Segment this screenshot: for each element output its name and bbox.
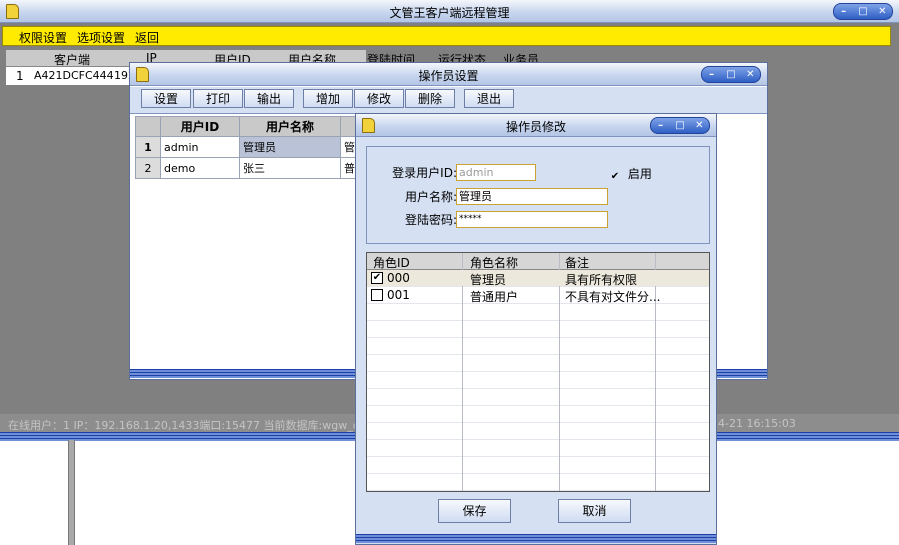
header-role-note[interactable]: 备注 xyxy=(565,254,589,271)
print-button[interactable]: 打印 xyxy=(193,89,243,108)
dialog-bottom-border xyxy=(356,534,716,543)
cancel-button[interactable]: 取消 xyxy=(558,499,631,523)
list-item[interactable]: 001 普通用户 不具有对文件分... xyxy=(367,287,709,304)
name-label: 用户名称: xyxy=(404,190,457,204)
close-icon[interactable]: ✕ xyxy=(691,120,707,131)
maximize-icon[interactable]: □ xyxy=(723,69,739,80)
clients-table: 客户端 1 A421DCFC444 192 xyxy=(6,50,366,86)
header-operator-name[interactable]: 用户名称 xyxy=(239,116,341,137)
row-num: 1 xyxy=(16,69,24,83)
delete-button[interactable]: 删除 xyxy=(405,89,455,108)
row-client[interactable]: A421DCFC444 xyxy=(34,69,114,82)
role-checkbox[interactable]: ✔ xyxy=(371,272,383,284)
enable-checkbox[interactable]: ✔ 启用 xyxy=(610,165,652,182)
enable-label: 启用 xyxy=(627,167,652,181)
header-client[interactable]: 客户端 xyxy=(54,51,90,68)
menu-permission[interactable]: 权限设置 xyxy=(19,29,67,46)
name-field[interactable]: 管理员 xyxy=(456,188,608,205)
exit-button[interactable]: 退出 xyxy=(464,89,514,108)
status-right: 4-21 16:15:03 xyxy=(718,417,796,430)
operator-title: 操作员设置 xyxy=(418,69,479,83)
setup-button[interactable]: 设置 xyxy=(141,89,191,108)
form-group: 登录用户ID: admin ✔ 启用 用户名称: 管理员 登陆密码: ***** xyxy=(366,146,710,244)
main-window-controls: – □ ✕ xyxy=(833,3,893,20)
header-operator-id[interactable]: 用户ID xyxy=(160,116,240,137)
table-row[interactable]: 2 demo 张三 普 xyxy=(135,157,359,179)
close-icon[interactable]: ✕ xyxy=(742,69,758,80)
roles-header: 角色ID 角色名称 备注 xyxy=(367,253,709,270)
main-title: 文管王客户端远程管理 xyxy=(389,6,510,20)
save-button[interactable]: 保存 xyxy=(438,499,511,523)
operator-window-controls: – □ ✕ xyxy=(701,66,761,83)
check-icon: ✔ xyxy=(610,171,620,182)
login-id-field: admin xyxy=(456,164,536,181)
minimize-icon[interactable]: – xyxy=(653,120,669,131)
status-left: 在线用户：1 IP：192.168.1.20,1433端口:15477 当前数据… xyxy=(8,419,359,432)
add-button[interactable]: 增加 xyxy=(303,89,353,108)
modify-title-bar: 操作员修改 – □ ✕ xyxy=(356,114,716,137)
list-item[interactable]: ✔ 000 管理员 具有所有权限 xyxy=(367,270,709,287)
export-button[interactable]: 输出 xyxy=(244,89,294,108)
operator-toolbar: 设置 打印 输出 增加 修改 删除 退出 xyxy=(130,87,767,114)
operator-title-bar: 操作员设置 – □ ✕ xyxy=(130,63,767,86)
password-label: 登陆密码: xyxy=(404,213,457,227)
minimize-icon[interactable]: – xyxy=(836,6,852,17)
main-title-bar: 文管王客户端远程管理 – □ ✕ xyxy=(0,0,899,23)
modify-window-controls: – □ ✕ xyxy=(650,117,710,134)
modify-dialog: 操作员修改 – □ ✕ 登录用户ID: admin ✔ 启用 用户名称: 管理员 登… xyxy=(355,113,717,545)
role-checkbox[interactable] xyxy=(371,289,383,301)
maximize-icon[interactable]: □ xyxy=(855,6,871,17)
modify-button[interactable]: 修改 xyxy=(354,89,404,108)
header-role-id[interactable]: 角色ID xyxy=(373,254,410,271)
menu-bar: 权限设置 选项设置 返回 xyxy=(2,26,891,46)
roles-table: 角色ID 角色名称 备注 ✔ 000 管理员 具有所有权限 001 普通用户 不… xyxy=(366,252,710,492)
maximize-icon[interactable]: □ xyxy=(672,120,688,131)
menu-back[interactable]: 返回 xyxy=(135,29,159,46)
login-id-label: 登录用户ID: xyxy=(392,166,457,180)
operators-table: 用户ID 用户名称 1 admin 管理员 管 2 demo 张三 普 xyxy=(135,116,359,179)
close-icon[interactable]: ✕ xyxy=(874,6,890,17)
table-row[interactable]: 1 admin 管理员 管 xyxy=(135,136,359,158)
minimize-icon[interactable]: – xyxy=(704,69,720,80)
menu-options[interactable]: 选项设置 xyxy=(77,29,125,46)
header-role-name[interactable]: 角色名称 xyxy=(470,254,518,271)
lower-divider xyxy=(68,440,75,545)
password-field[interactable]: ***** xyxy=(456,211,608,228)
